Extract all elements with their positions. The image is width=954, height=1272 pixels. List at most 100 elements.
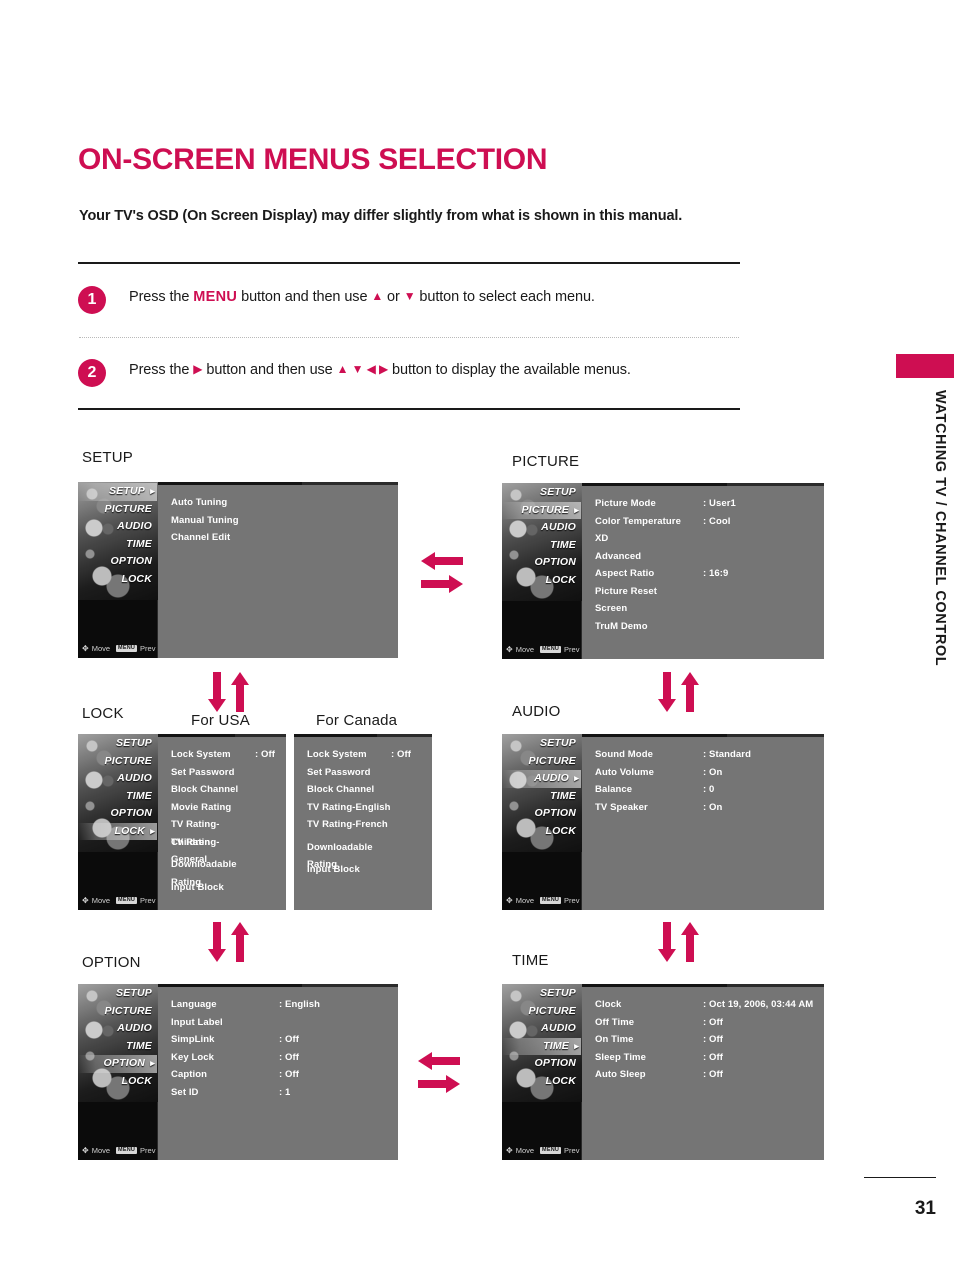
osd-menu-item-time[interactable]: TIME bbox=[78, 536, 157, 554]
osd-row[interactable]: TV Speaker: On bbox=[595, 799, 824, 817]
osd-menu-item-lock[interactable]: LOCK bbox=[78, 822, 157, 840]
osd-menu-item-option[interactable]: OPTION bbox=[78, 805, 157, 823]
osd-menu-item-setup[interactable]: SETUP bbox=[78, 483, 157, 501]
osd-row[interactable]: Auto Volume: On bbox=[595, 764, 824, 782]
osd-row[interactable]: Balance: 0 bbox=[595, 781, 824, 799]
osd-row[interactable]: Color Temperature: Cool bbox=[595, 513, 824, 531]
page-subtitle: Your TV's OSD (On Screen Display) may di… bbox=[79, 208, 683, 224]
osd-row[interactable]: SimpLink: Off bbox=[171, 1031, 398, 1049]
osd-row[interactable]: Input Block bbox=[171, 879, 286, 897]
osd-row[interactable]: TV Rating-General bbox=[171, 834, 286, 866]
osd-row[interactable]: Picture Reset bbox=[595, 583, 824, 601]
osd-menu-item-time[interactable]: TIME bbox=[502, 1037, 581, 1055]
osd-row[interactable]: Block Channel bbox=[171, 781, 286, 799]
osd-row[interactable]: Auto Sleep: Off bbox=[595, 1066, 824, 1084]
osd-menu-item-option[interactable]: OPTION bbox=[78, 553, 157, 571]
osd-row-label: Input Block bbox=[171, 881, 224, 893]
osd-row[interactable]: Downloadable Rating bbox=[171, 856, 286, 888]
osd-row[interactable]: Language: English bbox=[171, 996, 398, 1014]
osd-menu-item-picture[interactable]: PICTURE bbox=[502, 1003, 581, 1021]
osd-row[interactable]: Set Password bbox=[307, 764, 432, 782]
osd-row[interactable]: Input Block bbox=[307, 861, 432, 879]
osd-row[interactable]: Sleep Time: Off bbox=[595, 1049, 824, 1067]
osd-row[interactable]: Screen bbox=[595, 600, 824, 618]
osd-menu-item-lock[interactable]: LOCK bbox=[502, 1073, 581, 1091]
osd-menu-item-audio[interactable]: AUDIO bbox=[78, 770, 157, 788]
arrow-down-icon bbox=[658, 672, 676, 712]
osd-menu-item-lock[interactable]: LOCK bbox=[502, 572, 581, 590]
osd-menu-item-time[interactable]: TIME bbox=[502, 537, 581, 555]
flow-arrow-setup-picture bbox=[421, 552, 463, 593]
osd-menu-item-audio[interactable]: AUDIO bbox=[502, 519, 581, 537]
osd-menu-item-setup[interactable]: SETUP bbox=[502, 985, 581, 1003]
osd-menu-item-setup[interactable]: SETUP bbox=[78, 735, 157, 753]
osd-menu-item-time[interactable]: TIME bbox=[78, 788, 157, 806]
osd-menu-item-audio[interactable]: AUDIO bbox=[502, 1020, 581, 1038]
osd-content: Picture Mode: User1 Color Temperature: Co… bbox=[582, 483, 824, 659]
osd-menu-item-setup[interactable]: SETUP bbox=[502, 735, 581, 753]
osd-row-label: Input Block bbox=[307, 864, 360, 875]
osd-row[interactable]: Lock System: Off bbox=[307, 746, 432, 764]
osd-row[interactable]: Manual Tuning bbox=[171, 512, 398, 530]
osd-menu-item-audio[interactable]: AUDIO bbox=[502, 770, 581, 788]
osd-menu-item-time[interactable]: TIME bbox=[502, 788, 581, 806]
osd-menu-item-option[interactable]: OPTION bbox=[502, 1055, 581, 1073]
flow-arrow-setup-lock bbox=[208, 672, 249, 712]
osd-row[interactable]: Sound Mode: Standard bbox=[595, 746, 824, 764]
osd-row[interactable]: Channel Edit bbox=[171, 529, 398, 547]
menu-key-icon: MENU bbox=[540, 645, 562, 654]
osd-row-label: Lock System bbox=[307, 749, 367, 760]
osd-menu-item-picture[interactable]: PICTURE bbox=[78, 1003, 157, 1021]
osd-row[interactable]: Aspect Ratio: 16:9 bbox=[595, 565, 824, 583]
osd-row[interactable]: TV Rating-Children bbox=[171, 816, 286, 848]
osd-menu-item-lock[interactable]: LOCK bbox=[78, 1073, 157, 1091]
osd-row[interactable]: TV Rating-English bbox=[307, 799, 432, 817]
osd-row[interactable]: Input Label bbox=[171, 1014, 398, 1032]
osd-row[interactable]: Caption: Off bbox=[171, 1066, 398, 1084]
osd-menu-item-time[interactable]: TIME bbox=[78, 1038, 157, 1056]
hint-prev: MENU Prev bbox=[540, 896, 579, 905]
menu-key-icon: MENU bbox=[116, 896, 138, 905]
osd-menu-item-picture[interactable]: PICTURE bbox=[502, 753, 581, 771]
osd-row-label: Caption bbox=[171, 1069, 208, 1080]
hint-move-label: Move bbox=[91, 1146, 111, 1155]
osd-rows: Auto Tuning Manual Tuning Channel Edit bbox=[158, 485, 398, 547]
osd-row[interactable]: Set Password bbox=[171, 764, 286, 782]
osd-row-label: Channel Edit bbox=[171, 532, 231, 543]
osd-menu-item-option[interactable]: OPTION bbox=[502, 805, 581, 823]
osd-menu-item-picture[interactable]: PICTURE bbox=[78, 753, 157, 771]
osd-row[interactable]: On Time: Off bbox=[595, 1031, 824, 1049]
osd-row[interactable]: Auto Tuning bbox=[171, 494, 398, 512]
osd-menu-item-picture[interactable]: PICTURE bbox=[502, 501, 581, 519]
osd-menu-item-setup[interactable]: SETUP bbox=[78, 985, 157, 1003]
osd-menu-item-lock[interactable]: LOCK bbox=[502, 823, 581, 841]
osd-sidebar-menu: SETUPPICTUREAUDIOTIMEOPTIONLOCK bbox=[78, 984, 157, 1090]
osd-row[interactable]: Lock System: Off bbox=[171, 746, 286, 764]
osd-row[interactable]: Downloadable Rating bbox=[307, 839, 432, 871]
osd-menu-item-audio[interactable]: AUDIO bbox=[78, 1020, 157, 1038]
step-2-after: button to display the available menus. bbox=[388, 362, 631, 378]
osd-row[interactable]: Off Time: Off bbox=[595, 1014, 824, 1032]
osd-row[interactable]: XD bbox=[595, 530, 824, 548]
hint-move: ✥ Move bbox=[82, 1146, 110, 1155]
osd-row[interactable]: Clock: Oct 19, 2006, 03:44 AM bbox=[595, 996, 824, 1014]
osd-menu-item-setup[interactable]: SETUP bbox=[502, 484, 581, 502]
hint-prev-label: Prev bbox=[564, 1146, 580, 1155]
label-setup: SETUP bbox=[82, 449, 134, 466]
osd-row[interactable]: Set ID: 1 bbox=[171, 1084, 398, 1102]
osd-row[interactable]: Movie Rating bbox=[171, 799, 286, 817]
osd-row-label: Block Channel bbox=[171, 784, 239, 795]
osd-row[interactable]: Picture Mode: User1 bbox=[595, 495, 824, 513]
osd-row[interactable]: Advanced bbox=[595, 548, 824, 566]
osd-row-label: TV Speaker bbox=[595, 801, 648, 813]
osd-menu-item-option[interactable]: OPTION bbox=[502, 554, 581, 572]
osd-menu-item-picture[interactable]: PICTURE bbox=[78, 501, 157, 519]
osd-row[interactable]: TruM Demo bbox=[595, 618, 824, 636]
osd-menu-item-lock[interactable]: LOCK bbox=[78, 571, 157, 589]
label-audio: AUDIO bbox=[512, 703, 561, 720]
osd-row[interactable]: Key Lock: Off bbox=[171, 1049, 398, 1067]
osd-menu-item-option[interactable]: OPTION bbox=[78, 1055, 157, 1073]
osd-menu-item-audio[interactable]: AUDIO bbox=[78, 518, 157, 536]
osd-row[interactable]: TV Rating-French bbox=[307, 816, 432, 834]
osd-row[interactable]: Block Channel bbox=[307, 781, 432, 799]
